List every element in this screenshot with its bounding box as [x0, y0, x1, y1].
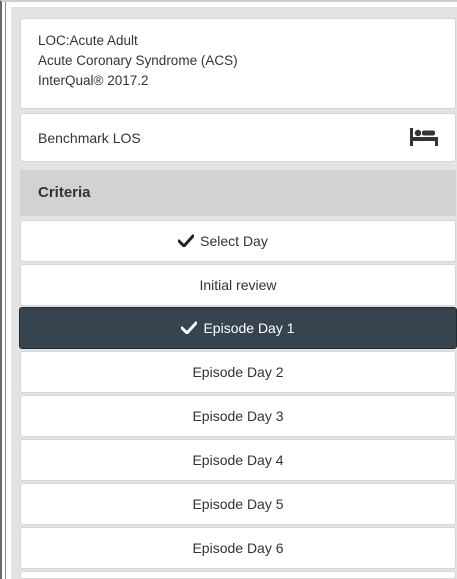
initial-review-item[interactable]: Initial review	[20, 264, 456, 306]
day-label: Episode Day 3	[192, 408, 284, 424]
criteria-label: Criteria	[38, 184, 91, 201]
select-day-item[interactable]: Select Day	[20, 220, 456, 262]
guideline-header: LOC:Acute Adult Acute Coronary Syndrome …	[20, 18, 456, 109]
day-label: Episode Day 6	[192, 540, 284, 556]
criteria-panel: LOC:Acute Adult Acute Coronary Syndrome …	[11, 7, 457, 579]
guideline-version: InterQual® 2017.2	[38, 73, 149, 88]
day-label: Episode Day 5	[192, 496, 284, 512]
benchmark-los-label: Benchmark LOS	[38, 130, 141, 146]
criteria-section-header: Criteria	[20, 170, 456, 216]
episode-day-3-item[interactable]: Episode Day 3	[20, 395, 456, 437]
day-label: Episode Day 2	[192, 364, 284, 380]
level-of-care: LOC:Acute Adult	[38, 33, 138, 48]
episode-day-6-item[interactable]: Episode Day 6	[20, 527, 456, 569]
day-label: Select Day	[200, 233, 268, 249]
bed-icon[interactable]	[409, 128, 439, 146]
guideline-title: Acute Coronary Syndrome (ACS)	[38, 53, 238, 68]
day-label: Initial review	[199, 277, 277, 293]
day-label: Episode Day 4	[192, 452, 284, 468]
episode-day-2-item[interactable]: Episode Day 2	[20, 351, 456, 393]
episode-day-1-item[interactable]: Episode Day 1	[19, 307, 457, 349]
checkmark-icon	[181, 321, 198, 334]
episode-day-4-item[interactable]: Episode Day 4	[20, 439, 456, 481]
episode-day-5-item[interactable]: Episode Day 5	[20, 483, 456, 525]
checkmark-icon	[178, 234, 195, 247]
day-label: Episode Day 1	[203, 320, 295, 336]
benchmark-los-row[interactable]: Benchmark LOS	[20, 113, 456, 162]
episode-day-7-item-partial[interactable]	[20, 571, 456, 579]
